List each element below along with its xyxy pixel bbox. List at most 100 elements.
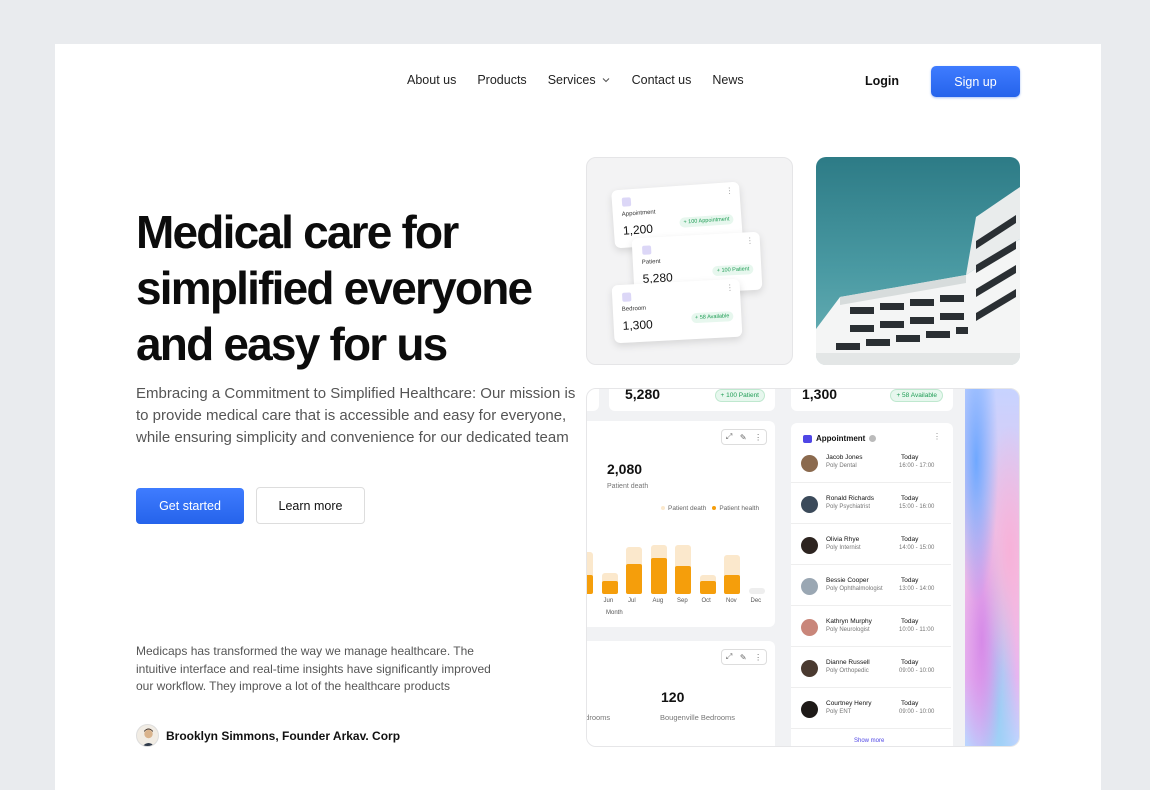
mini-card-label: Appointment: [621, 209, 656, 218]
avatar: [801, 537, 818, 554]
month-axis-label: Month: [606, 610, 623, 616]
edit-icon[interactable]: ✎: [740, 653, 747, 662]
marble-texture-image: [965, 389, 1019, 746]
bar-patient-death: [724, 574, 740, 594]
appointment-specialty: Poly Orthopedic: [826, 668, 869, 674]
month-tick-label: Aug: [652, 598, 664, 604]
chart-legend: Patient death Patient health: [661, 505, 759, 512]
mini-card-label: Bedroom: [621, 305, 647, 313]
nav-contact-label: Contact us: [631, 73, 692, 87]
avatar: [801, 578, 818, 595]
more-icon[interactable]: ⋮: [933, 432, 941, 441]
panel-actions[interactable]: ⤢ ✎ ⋮: [721, 649, 767, 665]
expand-icon[interactable]: ⤢: [726, 432, 732, 442]
building-illustration: [816, 187, 1020, 365]
info-icon: [869, 435, 877, 442]
appointment-list: Jacob Jones Poly Dental Today 16:00 - 17:00…: [791, 443, 953, 733]
appointment-panel: Appointment ⋮ Jacob Jones Poly Dental Toda…: [791, 423, 953, 746]
month-tick-label: Oct: [701, 598, 711, 604]
appointment-row[interactable]: Dianne Russell Poly Orthopedic Today 09:00 …: [791, 648, 951, 688]
month-tick-label: Nov: [726, 598, 737, 604]
chevron-down-icon: [602, 78, 610, 83]
nav-news-label: News: [712, 73, 744, 87]
patient-total: 5,280: [625, 388, 661, 402]
appointment-name: Dianne Russell: [826, 659, 870, 666]
testimonial-author: Brooklyn Simmons, Founder Arkav. Corp: [136, 724, 400, 747]
patient-tag: + 100 Patient: [714, 389, 765, 402]
appointment-specialty: Poly Neurologist: [826, 627, 870, 633]
signup-button[interactable]: Sign up: [931, 66, 1020, 97]
month-tick-label: Jun: [603, 598, 614, 604]
legend-death: Patient death: [661, 505, 706, 512]
edit-icon[interactable]: ✎: [740, 433, 747, 442]
avatar: [801, 455, 818, 472]
mini-card-tag: + 100 Patient: [712, 264, 754, 277]
month-tick-label: Dec: [750, 598, 762, 604]
learn-more-button[interactable]: Learn more: [256, 487, 365, 524]
hero-title-line-1: Medical care for: [136, 206, 459, 258]
appointment-time: 15:00 - 16:00: [899, 504, 935, 510]
nav-about-label: About us: [407, 73, 457, 87]
legend-death-label: Patient death: [668, 505, 707, 512]
nav-products[interactable]: Products: [477, 73, 526, 87]
avatar: [801, 660, 818, 677]
nav-about[interactable]: About us: [407, 73, 456, 87]
appointment-time: 09:00 - 10:00: [899, 709, 935, 715]
bed-left-label: edrooms: [587, 713, 611, 722]
appointment-title: Appointment: [816, 434, 866, 443]
appointment-day: Today: [901, 454, 919, 461]
dashboard-preview: 5,280 + 100 Patient 1,300 + 58 Available…: [586, 388, 1020, 747]
mini-card-value: 1,200: [622, 221, 654, 238]
mini-card-tag: + 100 Appointment: [679, 214, 734, 228]
nav-services[interactable]: Services: [548, 73, 611, 87]
appointment-row[interactable]: Olivia Rhye Poly Internist Today 14:00 - 15…: [791, 525, 951, 565]
appointment-day: Today: [901, 495, 919, 502]
appointment-day: Today: [901, 536, 919, 543]
author-name: Brooklyn Simmons, Founder Arkav. Corp: [166, 728, 401, 743]
avatar: [801, 701, 818, 718]
bedroom-tag: + 58 Available: [890, 389, 943, 402]
more-icon[interactable]: ⋮: [754, 653, 762, 662]
death-value: 2,080: [607, 461, 643, 477]
show-more-link[interactable]: Show more: [854, 738, 884, 744]
bar-chart: [587, 541, 775, 594]
bed-icon: [621, 292, 632, 302]
appointment-row[interactable]: Courtney Henry Poly ENT Today 09:00 - 10:00: [791, 689, 951, 729]
appointment-name: Kathryn Murphy: [826, 618, 872, 625]
bedroom-stat-panel: 1,300 + 58 Available: [791, 388, 953, 411]
mini-card-tag: + 58 Available: [690, 311, 734, 324]
login-link[interactable]: Login: [865, 74, 899, 88]
bar-patient-death: [650, 557, 667, 594]
expand-icon[interactable]: ⤢: [726, 652, 732, 662]
appointment-row[interactable]: Ronald Richards Poly Psychiatrist Today 15:…: [791, 484, 951, 524]
nav-news[interactable]: News: [712, 73, 743, 87]
legend-health-label: Patient health: [719, 505, 760, 512]
avatar: [136, 724, 159, 747]
get-started-button[interactable]: Get started: [136, 488, 244, 524]
appointment-row[interactable]: Kathryn Murphy Poly Neurologist Today 10:00…: [791, 607, 951, 647]
bar-patient-health: [748, 587, 765, 594]
appointment-time: 16:00 - 17:00: [899, 463, 935, 469]
appointment-day: Today: [901, 577, 919, 584]
bed-value: 120: [661, 689, 685, 705]
nav-contact[interactable]: Contact us: [632, 73, 692, 87]
patient-stat-panel: 5,280 + 100 Patient: [609, 388, 775, 411]
death-label: Patient death: [607, 483, 649, 490]
appointment-day: Today: [901, 659, 919, 666]
appointment-row[interactable]: Jacob Jones Poly Dental Today 16:00 - 17:00: [791, 443, 951, 483]
appointment-day: Today: [901, 618, 919, 625]
hero-title-line-2: simplified everyone: [136, 262, 533, 314]
stat-strip-left: [587, 389, 599, 411]
bar-patient-death: [675, 566, 691, 594]
appointment-header: Appointment: [803, 434, 877, 443]
more-icon[interactable]: ⋮: [754, 433, 762, 442]
appointment-day: Today: [901, 700, 919, 707]
appointment-row[interactable]: Bessie Cooper Poly Ophthalmologist Today 13…: [791, 566, 951, 606]
bedroom-total: 1,300: [802, 388, 838, 402]
nav-services-label: Services: [547, 73, 596, 87]
testimonial-quote: Medicaps has transformed the way we mana…: [136, 644, 491, 693]
calendar-icon: [621, 197, 632, 207]
mini-card-label: Patient: [641, 258, 661, 266]
avatar: [801, 496, 818, 513]
panel-actions[interactable]: ⤢ ✎ ⋮: [721, 429, 767, 445]
